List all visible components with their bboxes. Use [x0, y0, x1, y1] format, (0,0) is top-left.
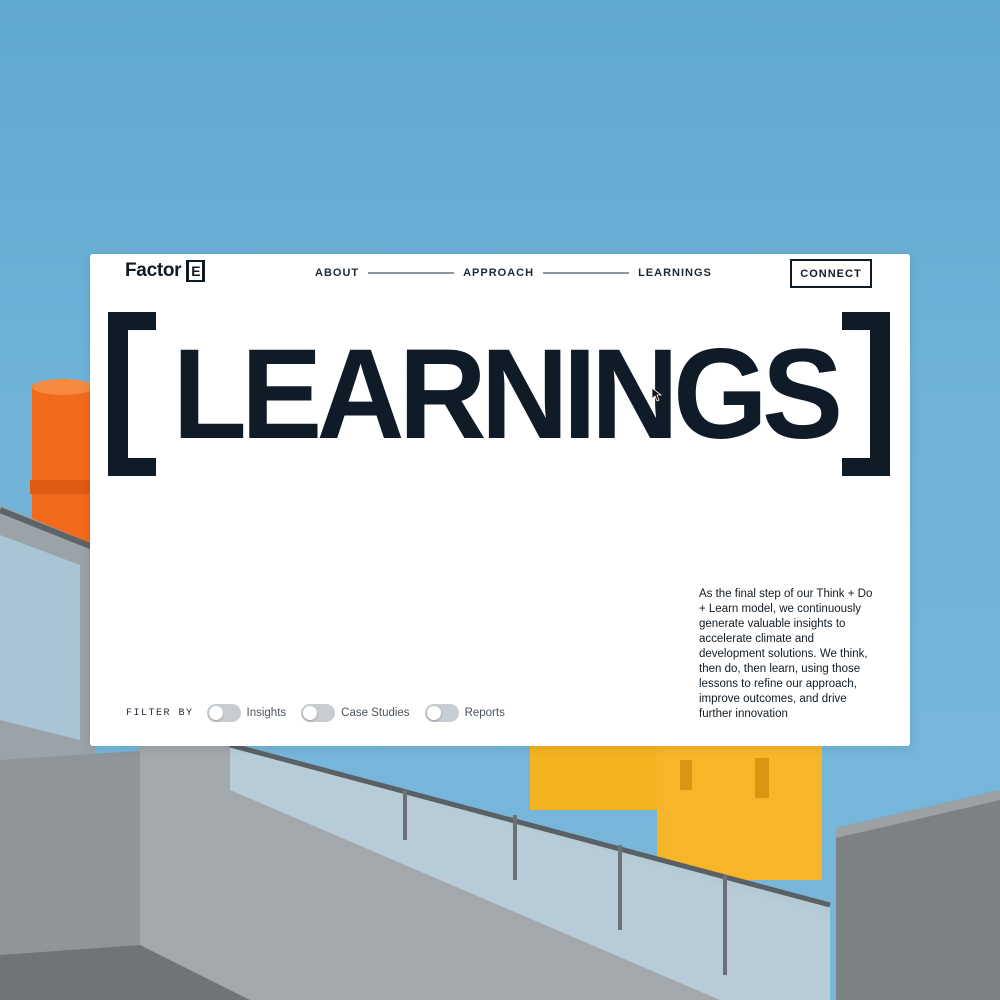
toggle-knob	[303, 706, 318, 720]
nav-item-approach[interactable]: APPROACH	[463, 267, 534, 279]
brand-logo[interactable]: Factor E	[125, 260, 206, 282]
brand-name: Factor	[125, 260, 182, 281]
nav-divider	[543, 272, 630, 274]
case-studies-toggle-label: Case Studies	[341, 707, 410, 719]
hero-heading: LEARNINGS	[90, 310, 910, 480]
website-card: Factor E ABOUT APPROACH LEARNINGS CONNEC…	[90, 254, 910, 746]
case-studies-toggle[interactable]	[301, 704, 336, 722]
intro-paragraph: As the final step of our Think + Do + Le…	[699, 588, 873, 720]
right-bracket-icon	[842, 312, 890, 476]
toggle-knob	[426, 706, 441, 720]
nav-item-about[interactable]: ABOUT	[315, 267, 359, 279]
brand-mark-icon: E	[186, 260, 206, 282]
nav-divider	[368, 272, 455, 274]
filter-reports[interactable]: Reports	[424, 704, 505, 722]
filter-case-studies[interactable]: Case Studies	[301, 704, 410, 722]
reports-toggle-label: Reports	[464, 707, 505, 719]
mouse-cursor-icon	[652, 388, 662, 402]
toggle-knob	[208, 706, 223, 720]
filter-insights[interactable]: Insights	[206, 704, 287, 722]
nav-item-learnings[interactable]: LEARNINGS	[638, 267, 712, 279]
filter-label: FILTER BY	[126, 707, 194, 719]
insights-toggle-label: Insights	[246, 707, 287, 719]
main-nav: ABOUT APPROACH LEARNINGS	[315, 266, 712, 280]
filter-bar: FILTER BY Insights Case Studies Reports	[126, 702, 520, 724]
left-bracket-icon	[108, 312, 156, 476]
insights-toggle[interactable]	[206, 704, 241, 722]
connect-button[interactable]: CONNECT	[790, 259, 872, 288]
reports-toggle[interactable]	[424, 704, 459, 722]
page-title: LEARNINGS	[172, 323, 844, 466]
